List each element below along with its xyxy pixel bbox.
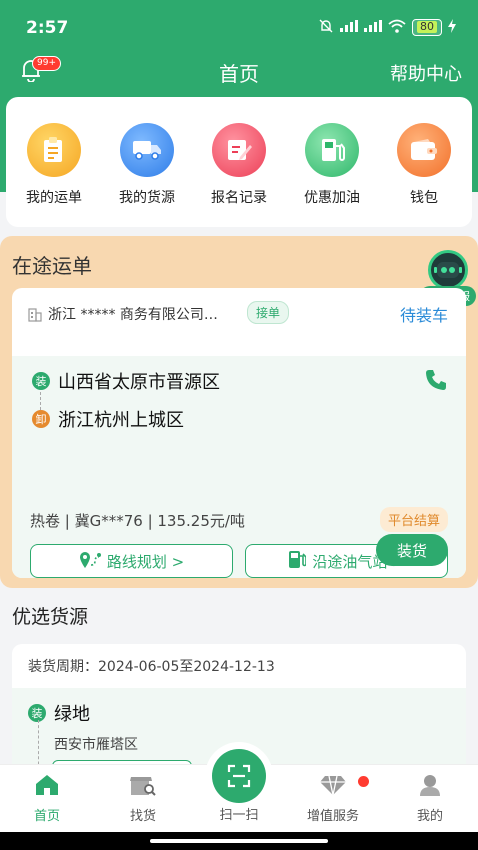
status-icons: 80 — [318, 18, 456, 37]
quick-label: 报名记录 — [211, 190, 267, 206]
signal-icon-2 — [364, 20, 382, 35]
phone-icon[interactable] — [424, 368, 448, 396]
robot-icon — [428, 250, 468, 290]
cargo-destination: 绿地 — [54, 704, 90, 725]
quick-fuel-discount[interactable]: 优惠加油 — [292, 123, 372, 207]
quick-label: 我的货源 — [119, 190, 175, 206]
home-icon — [12, 773, 82, 801]
order-status: 待装车 — [399, 306, 448, 325]
load-marker: 装 — [32, 372, 50, 390]
tab-value-label: 增值服务 — [306, 809, 359, 824]
tab-find-cargo[interactable]: 找货 — [108, 773, 178, 824]
company-name: 浙江 ***** 商务有限公司… — [48, 307, 218, 323]
quick-wallet[interactable]: 钱包 — [384, 123, 464, 207]
quick-label: 我的运单 — [26, 190, 82, 206]
charging-icon — [448, 19, 456, 36]
quick-label: 钱包 — [410, 190, 438, 206]
battery-icon: 80 — [412, 19, 442, 36]
diamond-icon — [298, 773, 368, 801]
wifi-icon — [388, 19, 406, 36]
load-place: 山西省太原市晋源区 — [58, 372, 220, 393]
tab-find-label: 找货 — [129, 809, 156, 824]
quick-label: 优惠加油 — [304, 190, 360, 206]
unload-marker: 卸 — [32, 410, 50, 428]
route-planning-label: 路线规划 > — [106, 552, 185, 571]
edit-record-icon — [212, 123, 266, 177]
preferred-cargo-title: 优选货源 — [12, 606, 89, 628]
find-cargo-icon — [108, 773, 178, 801]
building-icon — [28, 306, 42, 326]
cargo-info: 热卷 | 冀G***76 | 135.25元/吨 — [30, 512, 245, 530]
tab-home-label: 首页 — [33, 809, 60, 824]
fuel-pump-icon — [305, 123, 359, 177]
truck-icon — [120, 123, 174, 177]
tab-home[interactable]: 首页 — [12, 773, 82, 824]
user-icon — [395, 773, 465, 801]
in-transit-title: 在途运单 — [12, 254, 92, 278]
accept-tag: 接单 — [247, 301, 290, 324]
clipboard-icon — [27, 123, 81, 177]
mute-icon — [318, 18, 334, 37]
waybill-card-header: 浙江 ***** 商务有限公司… 接单 待装车 — [12, 288, 466, 356]
signal-icon — [340, 20, 358, 35]
load-cargo-button[interactable]: 装货 — [376, 534, 448, 566]
top-nav: 99+ 首页 帮助中心 — [0, 52, 478, 92]
value-service-dot — [358, 776, 369, 787]
scan-icon — [212, 749, 266, 803]
route-dashed-line — [40, 392, 41, 410]
cargo-district: 西安市雁塔区 — [54, 737, 138, 753]
tab-mine[interactable]: 我的 — [395, 773, 465, 824]
quick-my-waybill[interactable]: 我的运单 — [14, 123, 94, 207]
home-indicator[interactable] — [150, 839, 328, 843]
route-pin-icon — [79, 549, 101, 573]
quick-actions-card: 我的运单 我的货源 报名记录 优惠加油 钱包 — [6, 97, 472, 227]
status-bar: 2:57 80 — [0, 0, 478, 52]
tab-mine-label: 我的 — [416, 809, 443, 824]
route-planning-button[interactable]: 路线规划 > — [30, 544, 233, 578]
gas-station-icon — [288, 549, 308, 573]
loading-period: 装货周期：2024-06-05至2024-12-13 — [28, 659, 275, 675]
settlement-tag: 平台结算 — [379, 507, 448, 532]
waybill-card[interactable]: 浙江 ***** 商务有限公司… 接单 待装车 装 山西省太原市晋源区 卸 浙江… — [12, 288, 466, 578]
status-time: 2:57 — [26, 18, 69, 38]
scan-label: 扫一扫 — [219, 808, 259, 823]
quick-my-cargo[interactable]: 我的货源 — [107, 123, 187, 207]
help-center-link[interactable]: 帮助中心 — [390, 60, 462, 86]
system-nav-bar — [0, 832, 478, 850]
load-marker: 装 — [28, 704, 46, 722]
unload-place: 浙江杭州上城区 — [58, 410, 184, 431]
quick-signup-records[interactable]: 报名记录 — [199, 123, 279, 207]
scan-button[interactable] — [205, 742, 273, 810]
wallet-icon — [397, 123, 451, 177]
